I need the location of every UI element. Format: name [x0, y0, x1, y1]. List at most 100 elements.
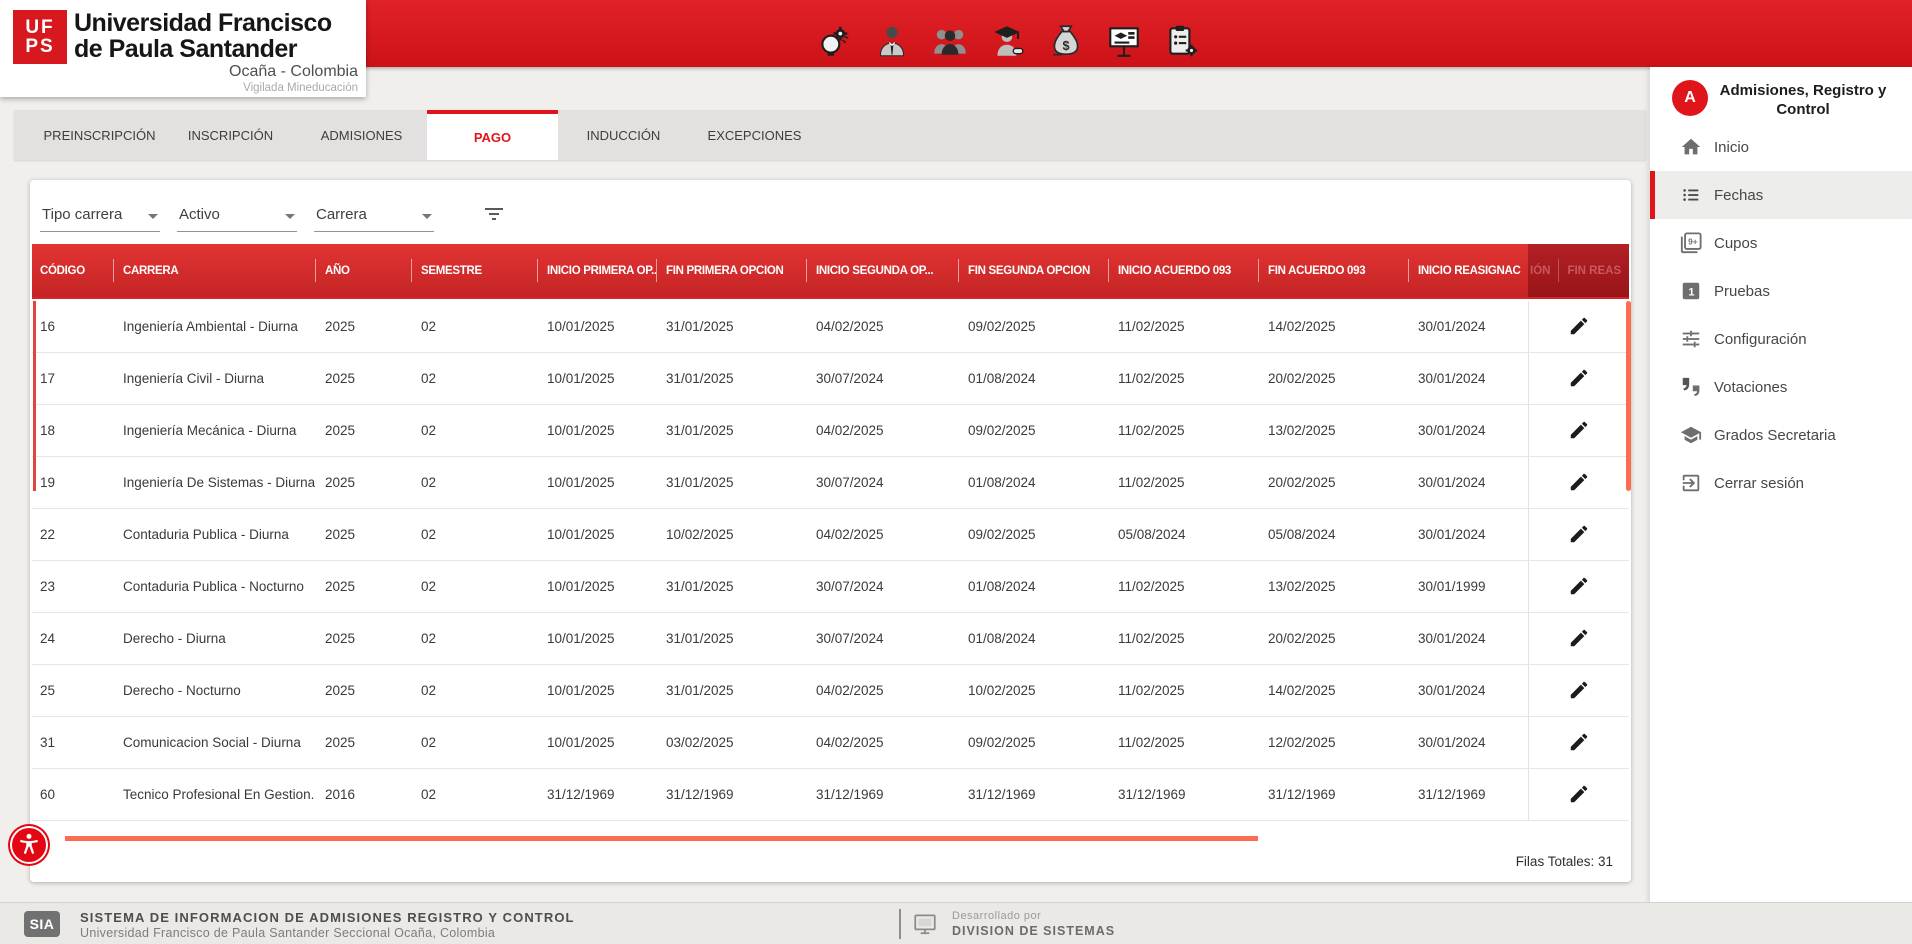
sidebar-item-pruebas[interactable]: 1 Pruebas	[1650, 267, 1912, 315]
table-cell: 17	[32, 353, 113, 404]
developed-by-value: DIVISION DE SISTEMAS	[952, 924, 1115, 938]
table-row: 25 Derecho - Nocturno 2025 02 10/01/2025…	[32, 665, 1629, 717]
sidebar-item-cerrar-sesion[interactable]: Cerrar sesión	[1650, 459, 1912, 507]
university-logo: UF PS Universidad Francisco de Paula San…	[0, 0, 366, 97]
table-row: 19 Ingeniería De Sistemas - Diurna 2025 …	[32, 457, 1629, 509]
sia-badge: SIA	[24, 911, 60, 937]
table-cell: 30/01/2024	[1408, 457, 1528, 508]
edit-row-button[interactable]	[1567, 731, 1591, 755]
tab-pago[interactable]: PAGO	[427, 110, 558, 160]
activo-select[interactable]: Activo	[177, 200, 297, 232]
ufps-logo-icon: UF PS	[13, 10, 67, 64]
clipped-header-fragment: FIN REAS	[1567, 265, 1621, 277]
header-divider	[1558, 259, 1559, 282]
edit-pencil-icon	[1568, 377, 1590, 392]
filter-list-icon	[482, 214, 506, 229]
table-cell: 02	[411, 509, 537, 560]
group-icon[interactable]	[931, 22, 969, 60]
sidebar-item-configuracion[interactable]: Configuración	[1650, 315, 1912, 363]
tab-induccion[interactable]: INDUCCIÓN	[558, 110, 689, 160]
edit-row-button[interactable]	[1567, 315, 1591, 339]
table-cell: 2025	[315, 717, 411, 768]
column-header-carrera: CARRERA	[113, 244, 315, 297]
clipboard-gear-icon[interactable]	[1163, 22, 1201, 60]
table-cell: 2025	[315, 353, 411, 404]
horizontal-scrollbar-thumb[interactable]	[65, 836, 1258, 841]
university-name-line1: Universidad Francisco	[74, 10, 358, 36]
row-action-cell	[1528, 665, 1629, 716]
table-cell: 04/02/2025	[806, 717, 958, 768]
graduation-cap-icon	[1680, 424, 1702, 446]
idea-gear-icon[interactable]	[815, 22, 853, 60]
edit-row-button[interactable]	[1567, 523, 1591, 547]
edit-row-button[interactable]	[1567, 575, 1591, 599]
process-tabbar: PREINSCRIPCIÓN INSCRIPCIÓN ADMISIONES PA…	[14, 110, 1646, 160]
sidebar-item-label: Cerrar sesión	[1714, 475, 1804, 492]
edit-row-button[interactable]	[1567, 419, 1591, 443]
sidebar-nav: Inicio Fechas 9+ Cupos 1 Pruebas Configu…	[1650, 123, 1912, 507]
edit-pencil-icon	[1568, 325, 1590, 340]
pages-9plus-icon: 9+	[1680, 232, 1702, 254]
accessibility-button[interactable]	[10, 826, 48, 864]
table-cell: 03/02/2025	[656, 717, 806, 768]
campus-label: Ocaña - Colombia	[74, 63, 358, 81]
tab-inscripcion[interactable]: INSCRIPCIÓN	[165, 110, 296, 160]
sidebar-item-grados-secretaria[interactable]: Grados Secretaria	[1650, 411, 1912, 459]
tipo-carrera-select[interactable]: Tipo carrera	[40, 200, 160, 232]
row-action-cell	[1528, 509, 1629, 560]
table-cell: 02	[411, 457, 537, 508]
edit-row-button[interactable]	[1567, 471, 1591, 495]
dates-table-card: Tipo carrera Activo Carrera CÓDIGO CARRE…	[30, 180, 1631, 882]
edit-row-button[interactable]	[1567, 783, 1591, 807]
table-cell: 02	[411, 301, 537, 352]
carrera-select[interactable]: Carrera	[314, 200, 434, 232]
monitor-icon	[912, 911, 938, 937]
table-cell: 31/12/1969	[656, 769, 806, 820]
presentation-board-icon[interactable]	[1105, 22, 1143, 60]
table-cell: 02	[411, 717, 537, 768]
table-cell: 18	[32, 405, 113, 456]
person-icon[interactable]	[873, 22, 911, 60]
table-cell: 04/02/2025	[806, 301, 958, 352]
table-cell: 19	[32, 457, 113, 508]
filters-row: Tipo carrera Activo Carrera	[40, 200, 507, 232]
graduate-icon[interactable]	[989, 22, 1027, 60]
row-action-cell	[1528, 353, 1629, 404]
sidebar-item-inicio[interactable]: Inicio	[1650, 123, 1912, 171]
column-header-semestre: SEMESTRE	[411, 244, 537, 297]
table-cell: 20/02/2025	[1258, 613, 1408, 664]
carrera-label: Carrera	[316, 206, 367, 223]
table-cell: 09/02/2025	[958, 405, 1108, 456]
avatar: A	[1672, 80, 1708, 116]
tab-admisiones[interactable]: ADMISIONES	[296, 110, 427, 160]
sidebar-item-votaciones[interactable]: Votaciones	[1650, 363, 1912, 411]
filter-list-button[interactable]	[481, 202, 507, 228]
sidebar-item-label: Fechas	[1714, 187, 1763, 204]
edit-row-button[interactable]	[1567, 627, 1591, 651]
footer-divider	[899, 909, 901, 939]
right-sidebar: A Admisiones, Registro y Control Inicio …	[1650, 67, 1912, 905]
tab-excepciones[interactable]: EXCEPCIONES	[689, 110, 820, 160]
table-cell: 05/08/2024	[1108, 509, 1258, 560]
column-header-inicio-segunda: INICIO SEGUNDA OP...	[806, 244, 958, 297]
table-cell: 02	[411, 613, 537, 664]
table-cell: 02	[411, 561, 537, 612]
table-cell: 25	[32, 665, 113, 716]
sidebar-item-label: Pruebas	[1714, 283, 1770, 300]
footer-bar: SIA SISTEMA DE INFORMACION DE ADMISIONES…	[0, 902, 1912, 944]
vertical-scrollbar-thumb[interactable]	[1626, 301, 1631, 491]
table-cell: 31/12/1969	[1108, 769, 1258, 820]
table-cell: 31/01/2025	[656, 353, 806, 404]
table-cell: 30/01/2024	[1408, 301, 1528, 352]
tab-preinscripcion[interactable]: PREINSCRIPCIÓN	[34, 110, 165, 160]
left-scrollbar-thumb[interactable]	[33, 301, 36, 491]
table-row: 31 Comunicacion Social - Diurna 2025 02 …	[32, 717, 1629, 769]
table-cell: Tecnico Profesional En Gestion...	[113, 769, 315, 820]
edit-row-button[interactable]	[1567, 367, 1591, 391]
table-cell: Comunicacion Social - Diurna	[113, 717, 315, 768]
sidebar-item-fechas[interactable]: Fechas	[1650, 171, 1912, 219]
money-bag-icon[interactable]: $	[1047, 22, 1085, 60]
edit-row-button[interactable]	[1567, 679, 1591, 703]
sidebar-item-cupos[interactable]: 9+ Cupos	[1650, 219, 1912, 267]
column-header-fin-acuerdo: FIN ACUERDO 093	[1258, 244, 1408, 297]
